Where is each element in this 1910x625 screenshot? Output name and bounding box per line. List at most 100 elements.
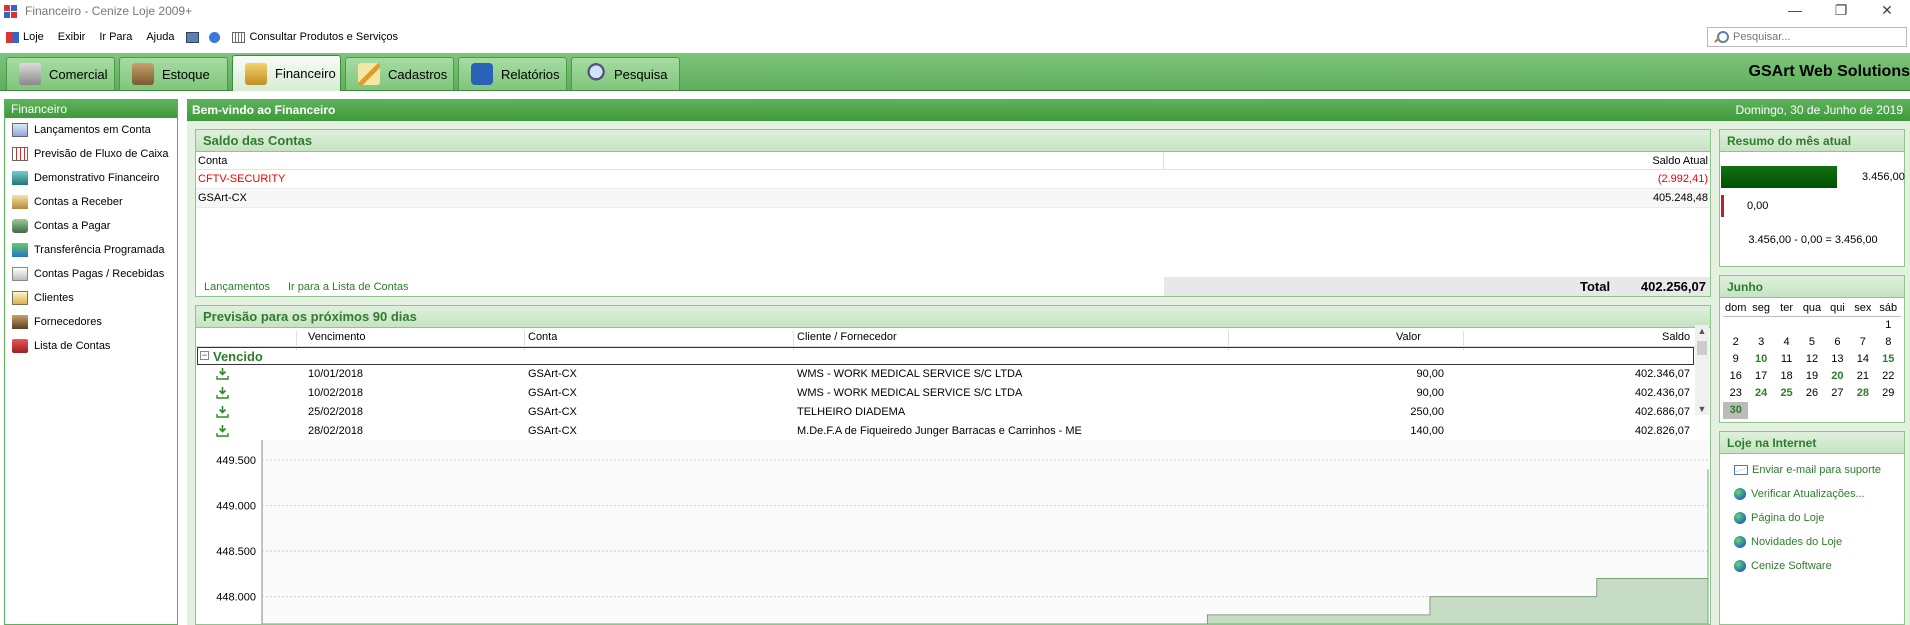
table-row[interactable]: GSArt-CX 405.248,48 bbox=[196, 189, 1710, 208]
resumo-title: Resumo do mês atual bbox=[1720, 130, 1904, 152]
tab-financeiro[interactable]: Financeiro bbox=[232, 55, 341, 91]
sidebar-item-demonstrativo[interactable]: Demonstrativo Financeiro bbox=[5, 166, 177, 190]
email-support-link[interactable]: Enviar e-mail para suporte bbox=[1720, 458, 1904, 482]
restore-button[interactable]: ❐ bbox=[1818, 0, 1864, 22]
search-input[interactable] bbox=[1733, 31, 1903, 43]
sidebar-item-label: Contas a Receber bbox=[34, 196, 123, 208]
row-vencimento: 10/01/2018 bbox=[308, 368, 364, 380]
sidebar-item-receber[interactable]: Contas a Receber bbox=[5, 190, 177, 214]
calendar-day[interactable]: 12 bbox=[1799, 351, 1824, 368]
check-updates-link[interactable]: Verificar Atualizações... bbox=[1720, 482, 1904, 506]
calendar-day[interactable]: 6 bbox=[1825, 334, 1850, 351]
consultar-produtos-button[interactable]: Consultar Produtos e Serviços bbox=[232, 31, 398, 43]
calendar-day[interactable]: 15 bbox=[1876, 351, 1901, 368]
col-conta[interactable]: Conta bbox=[198, 155, 227, 167]
calendar-day[interactable]: 17 bbox=[1748, 368, 1773, 385]
col-saldo-atual[interactable]: Saldo Atual bbox=[1652, 155, 1708, 167]
calendar-day[interactable]: 9 bbox=[1723, 351, 1748, 368]
calendar-day[interactable]: 10 bbox=[1748, 351, 1773, 368]
calendar-day[interactable]: 19 bbox=[1799, 368, 1824, 385]
col-saldo[interactable]: Saldo bbox=[1662, 331, 1690, 343]
calendar-day[interactable]: 11 bbox=[1774, 351, 1799, 368]
menu-exibir[interactable]: Exibir bbox=[58, 31, 86, 43]
sidebar-item-previsao[interactable]: Previsão de Fluxo de Caixa bbox=[5, 142, 177, 166]
sidebar-item-pagar[interactable]: Contas a Pagar bbox=[5, 214, 177, 238]
loje-page-link[interactable]: Página do Loje bbox=[1720, 506, 1904, 530]
lancamentos-link[interactable]: Lançamentos bbox=[204, 281, 270, 293]
menu-ajuda[interactable]: Ajuda bbox=[146, 31, 174, 43]
scroll-down-icon[interactable]: ▼ bbox=[1695, 404, 1709, 414]
col-valor[interactable]: Valor bbox=[1396, 331, 1421, 343]
vertical-scrollbar[interactable]: ▲ ▼ bbox=[1695, 325, 1709, 415]
table-row[interactable]: 10/02/2018 GSArt-CX WMS - WORK MEDICAL SER… bbox=[196, 384, 1710, 403]
calendar-day[interactable]: 28 bbox=[1850, 385, 1875, 402]
tab-pesquisa[interactable]: Pesquisa bbox=[571, 57, 680, 90]
tab-cadastros[interactable]: Cadastros bbox=[345, 57, 454, 90]
tab-comercial[interactable]: Comercial bbox=[6, 57, 115, 90]
calendar-day[interactable]: 16 bbox=[1723, 368, 1748, 385]
sidebar-item-lancamentos[interactable]: Lançamentos em Conta bbox=[5, 118, 177, 142]
help-icon[interactable] bbox=[209, 31, 221, 43]
tab-estoque[interactable]: Estoque bbox=[119, 57, 228, 90]
calendar-weekday: seg bbox=[1748, 300, 1774, 317]
calendar-day[interactable]: 22 bbox=[1876, 368, 1901, 385]
calendar-day[interactable]: 30 bbox=[1723, 402, 1749, 419]
calendar-day[interactable]: 1 bbox=[1876, 317, 1901, 334]
calendar-day[interactable]: 13 bbox=[1825, 351, 1850, 368]
resumo-panel: Resumo do mês atual 3.456,00 0,00 3.456,… bbox=[1719, 129, 1905, 267]
menu-loje[interactable]: Loje bbox=[6, 31, 44, 43]
group-row-vencido[interactable]: − Vencido bbox=[197, 347, 1694, 365]
register-icon bbox=[19, 63, 41, 85]
table-row[interactable]: 25/02/2018 GSArt-CX TELHEIRO DIADEMA 250,00… bbox=[196, 403, 1710, 422]
calendar-day[interactable]: 29 bbox=[1876, 385, 1901, 402]
calendar-day[interactable]: 3 bbox=[1748, 334, 1773, 351]
table-row[interactable]: CFTV-SECURITY (2.992,41) bbox=[196, 170, 1710, 189]
minimize-button[interactable]: — bbox=[1772, 0, 1818, 22]
calendar-day[interactable]: 27 bbox=[1825, 385, 1850, 402]
lista-contas-link[interactable]: Ir para a Lista de Contas bbox=[288, 281, 408, 293]
calendar-blank bbox=[1748, 317, 1773, 334]
close-button[interactable]: ✕ bbox=[1864, 0, 1910, 22]
calendar-day[interactable]: 5 bbox=[1799, 334, 1824, 351]
calendar-day[interactable]: 18 bbox=[1774, 368, 1799, 385]
search-icon bbox=[1714, 30, 1729, 44]
calendar-day[interactable]: 25 bbox=[1774, 385, 1799, 402]
calendar-day[interactable]: 14 bbox=[1850, 351, 1875, 368]
scroll-up-icon[interactable]: ▲ bbox=[1695, 326, 1709, 336]
calendar-day[interactable]: 4 bbox=[1774, 334, 1799, 351]
menu-ir-para[interactable]: Ir Para bbox=[99, 31, 132, 43]
tab-relatorios[interactable]: Relatórios bbox=[458, 57, 567, 90]
search-box[interactable] bbox=[1707, 27, 1907, 47]
sidebar-item-pagas-recebidas[interactable]: Contas Pagas / Recebidas bbox=[5, 262, 177, 286]
previsao-panel: Previsão para os próximos 90 dias Vencim… bbox=[195, 305, 1711, 625]
calculator-icon[interactable] bbox=[186, 31, 200, 43]
sidebar-item-transferencia[interactable]: Transferência Programada bbox=[5, 238, 177, 262]
calendar-day[interactable]: 2 bbox=[1723, 334, 1748, 351]
col-conta[interactable]: Conta bbox=[528, 331, 557, 343]
sidebar-item-lista-contas[interactable]: Lista de Contas bbox=[5, 334, 177, 358]
calendar-day[interactable]: 8 bbox=[1876, 334, 1901, 351]
cenize-software-link[interactable]: Cenize Software bbox=[1720, 554, 1904, 578]
calendar-day[interactable]: 24 bbox=[1748, 385, 1773, 402]
truck-icon bbox=[12, 219, 28, 233]
table-row[interactable]: 10/01/2018 GSArt-CX WMS - WORK MEDICAL SER… bbox=[196, 365, 1710, 384]
calendar-day[interactable]: 23 bbox=[1723, 385, 1748, 402]
sidebar-item-clientes[interactable]: Clientes bbox=[5, 286, 177, 310]
expense-bar bbox=[1721, 195, 1724, 217]
tab-financeiro-label: Financeiro bbox=[275, 66, 336, 81]
sidebar-item-fornecedores[interactable]: Fornecedores bbox=[5, 310, 177, 334]
row-valor: 250,00 bbox=[1410, 406, 1444, 418]
calendar-day[interactable]: 7 bbox=[1850, 334, 1875, 351]
calendar-weekday: sex bbox=[1850, 300, 1876, 317]
col-cliente[interactable]: Cliente / Fornecedor bbox=[797, 331, 897, 343]
calendar-grid: dom seg ter qua qui sex sáb 1 2 3 4 5 6 7 8 9 10 11 12 13 14… bbox=[1720, 298, 1904, 419]
calendar-day[interactable]: 20 bbox=[1825, 368, 1850, 385]
scroll-thumb[interactable] bbox=[1697, 341, 1707, 355]
loje-news-link[interactable]: Novidades do Loje bbox=[1720, 530, 1904, 554]
col-vencimento[interactable]: Vencimento bbox=[308, 331, 365, 343]
menu-bar: Loje Exibir Ir Para Ajuda Consultar Prod… bbox=[0, 27, 1910, 47]
calendar-day[interactable]: 26 bbox=[1799, 385, 1824, 402]
collapse-icon[interactable]: − bbox=[200, 351, 209, 360]
calendar-day[interactable]: 21 bbox=[1850, 368, 1875, 385]
saldo-footer: Lançamentos Ir para a Lista de Contas To… bbox=[196, 277, 1710, 296]
